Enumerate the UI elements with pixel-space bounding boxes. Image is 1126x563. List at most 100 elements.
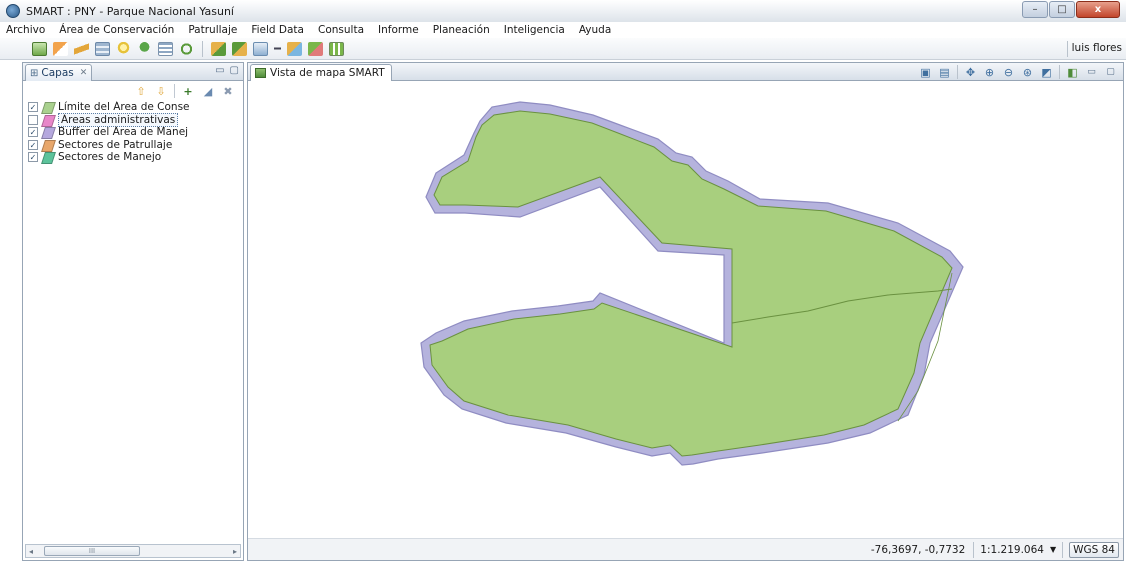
menu-inteligencia[interactable]: Inteligencia <box>504 24 565 36</box>
menu-informe[interactable]: Informe <box>378 24 419 36</box>
layer-row[interactable]: ✓ Límite del Área de Conse <box>28 101 243 113</box>
tab-vista-mapa[interactable]: Vista de mapa SMART <box>250 64 392 81</box>
crs-button[interactable]: WGS 84 <box>1069 541 1119 558</box>
horizontal-scrollbar[interactable]: ◂ III ▸ <box>25 544 241 558</box>
scale-select[interactable]: 1:1.219.064 ▼ <box>980 544 1056 556</box>
map-icon[interactable] <box>32 41 47 56</box>
layer-label: Áreas administrativas <box>58 112 179 127</box>
table-icon[interactable] <box>95 41 110 56</box>
layer-tools: ⇧ ⇩ + ◢ ✖ <box>23 81 243 101</box>
user-name-label: luis flores <box>1071 42 1122 54</box>
layer-swatch-icon <box>41 102 54 112</box>
layer-label: Límite del Área de Conse <box>58 101 190 113</box>
chevron-down-icon[interactable]: ▼ <box>1050 545 1056 554</box>
zoom-extent-icon[interactable]: ⊛ <box>1021 66 1034 79</box>
tools-separator <box>174 84 175 98</box>
layer-checkbox[interactable]: ✓ <box>28 139 38 150</box>
layer-checkbox[interactable]: ✓ <box>28 127 38 137</box>
layer-checkbox[interactable]: ✓ <box>28 152 38 162</box>
layer-row[interactable]: Áreas administrativas <box>28 112 243 127</box>
status-separator <box>1062 541 1064 558</box>
layers-toggle-icon[interactable]: ◧ <box>1066 66 1079 79</box>
zoom-in-icon[interactable]: ⊕ <box>983 66 996 79</box>
scale-value: 1:1.219.064 <box>980 543 1044 556</box>
panel-window-controls: ▭ ▢ <box>215 65 239 76</box>
menu-field-data[interactable]: Field Data <box>251 24 304 36</box>
layer-swatch-icon <box>41 115 54 125</box>
layer-list: ✓ Límite del Área de Conse Áreas adminis… <box>23 101 243 163</box>
maximize-button[interactable]: □ <box>1049 1 1075 18</box>
sync-icon[interactable] <box>179 41 194 56</box>
minimize-button[interactable]: – <box>1022 1 1048 18</box>
window-controls: – □ x <box>1021 1 1120 18</box>
layer-swatch-icon <box>41 140 54 150</box>
layer-swatch-icon <box>41 127 54 137</box>
layer-row[interactable]: ✓ Sectores de Manejo <box>28 151 243 163</box>
main-toolbar: luis flores <box>0 38 1126 60</box>
layer-checkbox[interactable] <box>28 114 38 125</box>
maximize-panel-icon[interactable]: ▢ <box>230 65 239 76</box>
layer-swatch-icon <box>41 152 54 162</box>
move-up-icon[interactable]: ⇧ <box>134 85 148 98</box>
toolbar-separator <box>202 40 203 57</box>
dropdown-icon[interactable] <box>274 41 281 56</box>
left-trim-strip <box>0 60 21 563</box>
plan-icon[interactable] <box>287 41 302 56</box>
patrol-edit-icon[interactable] <box>232 41 247 56</box>
patrol-query-icon[interactable] <box>253 41 268 56</box>
layers-icon: ⊞ <box>30 67 39 79</box>
print-map-icon[interactable]: ▤ <box>938 66 951 79</box>
export-map-icon[interactable]: ▣ <box>919 66 932 79</box>
layer-checkbox[interactable]: ✓ <box>28 102 38 112</box>
menu-area-conservacion[interactable]: Área de Conservación <box>59 24 174 36</box>
flag-icon[interactable] <box>53 41 68 56</box>
layer-label: Buffer del Área de Manej <box>58 126 189 138</box>
minimize-panel-icon[interactable]: ▭ <box>215 65 224 76</box>
zoom-out-icon[interactable]: ⊖ <box>1002 66 1015 79</box>
remove-layer-icon[interactable]: ✖ <box>221 85 235 98</box>
menu-patrullaje[interactable]: Patrullaje <box>188 24 237 36</box>
tree-icon[interactable] <box>137 41 152 56</box>
layer-row[interactable]: ✓ Buffer del Área de Manej <box>28 126 243 138</box>
tab-capas-label: Capas <box>41 67 74 79</box>
layers-panel: ⊞ Capas ✕ ▭ ▢ ⇧ ⇩ + ◢ ✖ ✓ Límite del Áre… <box>22 62 244 561</box>
lightning-icon[interactable] <box>74 41 89 56</box>
menu-ayuda[interactable]: Ayuda <box>579 24 611 36</box>
map-svg <box>420 101 964 466</box>
list-icon[interactable] <box>158 41 173 56</box>
add-layer-icon[interactable]: + <box>181 85 195 98</box>
map-icon <box>255 68 266 78</box>
menu-bar: Archivo Área de Conservación Patrullaje … <box>0 22 1126 38</box>
tab-capas[interactable]: ⊞ Capas ✕ <box>25 64 93 81</box>
map-toolbar: ▣ ▤ ✥ ⊕ ⊖ ⊛ ◩ ◧ ▭ ▢ <box>919 65 1117 79</box>
app-icon <box>6 4 20 18</box>
scroll-left-icon[interactable]: ◂ <box>29 547 33 556</box>
scroll-thumb[interactable]: III <box>44 546 140 556</box>
layer-label: Sectores de Patrullaje <box>58 138 173 151</box>
move-down-icon[interactable]: ⇩ <box>154 85 168 98</box>
menu-consulta[interactable]: Consulta <box>318 24 364 36</box>
maximize-panel-icon[interactable]: ▢ <box>1104 66 1117 79</box>
toolbar-separator <box>1067 41 1068 57</box>
patrol-add-icon[interactable] <box>211 41 226 56</box>
map-canvas[interactable] <box>248 81 1123 538</box>
layer-row[interactable]: ✓ Sectores de Patrullaje <box>28 139 243 151</box>
menu-planeacion[interactable]: Planeación <box>433 24 490 36</box>
map-status-bar: -76,3697, -0,7732 1:1.219.064 ▼ WGS 84 <box>248 538 1123 560</box>
close-icon[interactable]: ✕ <box>80 68 88 78</box>
window-titlebar: SMART : PNY - Parque Nacional Yasuní – □… <box>0 0 1126 22</box>
pan-icon[interactable]: ✥ <box>964 66 977 79</box>
plan-edit-icon[interactable] <box>308 41 323 56</box>
report-icon[interactable] <box>329 41 344 56</box>
info-icon[interactable]: ◩ <box>1040 66 1053 79</box>
scroll-right-icon[interactable]: ▸ <box>233 547 237 556</box>
map-tools-separator <box>1059 65 1060 79</box>
close-button[interactable]: x <box>1076 1 1120 18</box>
status-separator <box>973 541 975 558</box>
bulb-icon[interactable] <box>116 41 131 56</box>
tab-vista-mapa-label: Vista de mapa SMART <box>270 67 385 79</box>
layer-style-icon[interactable]: ◢ <box>201 85 215 98</box>
menu-archivo[interactable]: Archivo <box>6 24 45 36</box>
minimize-panel-icon[interactable]: ▭ <box>1085 66 1098 79</box>
map-tools-separator <box>957 65 958 79</box>
